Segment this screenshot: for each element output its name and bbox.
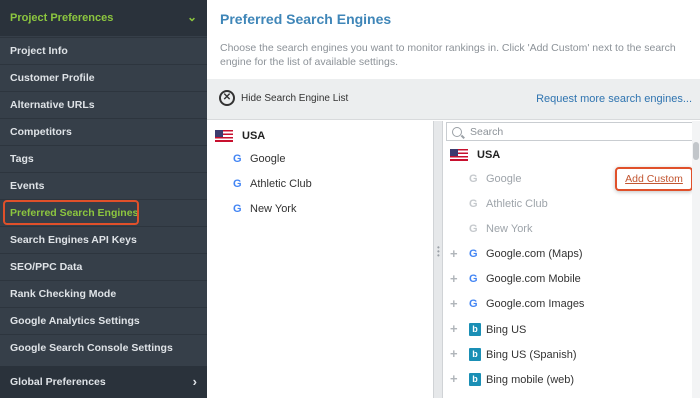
chevron-down-icon: ⌄	[186, 10, 197, 24]
active-item-highlight	[3, 200, 139, 225]
available-engine-bing-us-spanish[interactable]: b Bing US (Spanish)	[469, 348, 577, 361]
google-icon: G	[233, 178, 242, 190]
sidebar-item-project-info[interactable]: Project Info	[0, 37, 207, 64]
country-usa-available[interactable]: USA	[450, 149, 500, 161]
sidebar-section-project-preferences[interactable]: Project Preferences ⌄	[0, 0, 207, 36]
search-icon	[452, 126, 462, 137]
vertical-scrollbar[interactable]	[692, 121, 700, 398]
selected-engine-new-york[interactable]: G New York	[233, 203, 296, 215]
google-icon: G	[469, 298, 478, 310]
sidebar-item-competitors[interactable]: Competitors	[0, 118, 207, 145]
available-engine-athletic-club-selected: G Athletic Club	[469, 198, 548, 210]
pane-resize-handle[interactable]: • • •	[433, 121, 443, 398]
request-more-engines-link[interactable]: Request more search engines...	[536, 93, 692, 105]
available-engine-google-mobile[interactable]: G Google.com Mobile	[469, 273, 581, 285]
country-usa: USA	[215, 130, 265, 142]
bing-icon: b	[469, 348, 481, 361]
google-icon: G	[469, 223, 478, 235]
chevron-right-icon: ›	[192, 374, 197, 389]
plus-icon[interactable]: +	[450, 246, 458, 261]
sidebar-footer-label: Global Preferences	[10, 376, 106, 388]
scrollbar-thumb[interactable]	[693, 142, 699, 160]
sidebar-item-events[interactable]: Events	[0, 172, 207, 199]
google-icon: G	[469, 248, 478, 260]
bing-icon: b	[469, 373, 481, 386]
engine-label: Athletic Club	[486, 198, 548, 210]
country-label: USA	[477, 149, 501, 161]
engine-label: New York	[486, 223, 533, 235]
engine-search-input[interactable]	[470, 125, 670, 138]
engine-label: Google	[250, 153, 286, 165]
selected-engine-athletic-club[interactable]: G Athletic Club	[233, 178, 312, 190]
google-icon: G	[469, 273, 478, 285]
google-icon: G	[469, 173, 478, 185]
selected-engines-pane: USA G Google G Athletic Club G New York	[207, 121, 433, 398]
sidebar-item-search-engines-api-keys[interactable]: Search Engines API Keys	[0, 226, 207, 253]
available-engine-google-images[interactable]: G Google.com Images	[469, 298, 584, 310]
available-engines-pane: USA G Google Add Custom G Athletic Club …	[443, 121, 700, 398]
plus-icon[interactable]: +	[450, 371, 458, 386]
engine-search-box[interactable]	[446, 122, 696, 141]
engine-label: Google.com (Maps)	[486, 248, 583, 260]
sidebar-item-rank-checking-mode[interactable]: Rank Checking Mode	[0, 280, 207, 307]
google-icon: G	[233, 153, 242, 165]
add-custom-button[interactable]: Add Custom	[615, 167, 693, 191]
available-engine-google-selected: G Google	[469, 173, 521, 185]
engine-label: Bing mobile (web)	[486, 373, 575, 386]
engine-label: Bing US (Spanish)	[486, 348, 577, 361]
engine-label: Google	[486, 173, 522, 185]
available-engine-bing-mobile-web[interactable]: b Bing mobile (web)	[469, 373, 574, 386]
sidebar-item-alternative-urls[interactable]: Alternative URLs	[0, 91, 207, 118]
engine-label: Athletic Club	[250, 178, 312, 190]
sidebar: Project Preferences ⌄ Project Info Custo…	[0, 0, 207, 398]
close-circle-icon: ✕	[219, 90, 235, 106]
google-icon: G	[233, 203, 242, 215]
engine-label: Bing US	[486, 323, 527, 336]
engine-label: Google.com Mobile	[486, 273, 581, 285]
us-flag-icon	[215, 130, 233, 142]
plus-icon[interactable]: +	[450, 321, 458, 336]
engine-label: New York	[250, 203, 297, 215]
sidebar-section-global-preferences[interactable]: Global Preferences ›	[0, 366, 207, 398]
country-label: USA	[242, 130, 266, 142]
us-flag-icon	[450, 149, 468, 161]
grip-dots-icon: • • •	[437, 243, 440, 260]
page-description: Choose the search engines you want to mo…	[220, 42, 676, 68]
main-panel: Preferred Search Engines Choose the sear…	[207, 0, 700, 398]
engine-label: Google.com Images	[486, 298, 585, 310]
available-engine-new-york-selected: G New York	[469, 223, 532, 235]
sidebar-item-customer-profile[interactable]: Customer Profile	[0, 64, 207, 91]
bing-icon: b	[469, 323, 481, 336]
plus-icon[interactable]: +	[450, 296, 458, 311]
sidebar-header-label: Project Preferences	[10, 12, 114, 24]
sidebar-item-google-analytics-settings[interactable]: Google Analytics Settings	[0, 307, 207, 334]
plus-icon[interactable]: +	[450, 271, 458, 286]
selected-engine-google[interactable]: G Google	[233, 153, 285, 165]
hide-search-engine-list-button[interactable]: ✕ Hide Search Engine List	[219, 90, 348, 106]
plus-icon[interactable]: +	[450, 346, 458, 361]
available-engine-google-maps[interactable]: G Google.com (Maps)	[469, 248, 583, 260]
google-icon: G	[469, 198, 478, 210]
toolbar: ✕ Hide Search Engine List Request more s…	[207, 79, 700, 120]
page-title: Preferred Search Engines	[220, 11, 392, 27]
available-engine-bing-us[interactable]: b Bing US	[469, 323, 526, 336]
sidebar-item-tags[interactable]: Tags	[0, 145, 207, 172]
sidebar-item-google-search-console-settings[interactable]: Google Search Console Settings	[0, 334, 207, 361]
hide-list-label: Hide Search Engine List	[241, 92, 349, 104]
sidebar-item-seo-ppc-data[interactable]: SEO/PPC Data	[0, 253, 207, 280]
